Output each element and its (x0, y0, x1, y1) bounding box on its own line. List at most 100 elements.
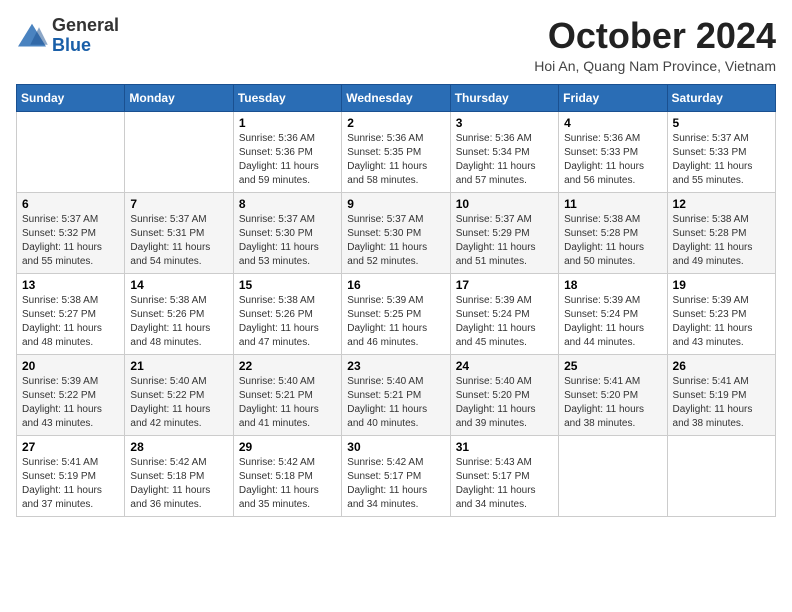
weekday-header: Saturday (667, 84, 775, 111)
calendar-day-cell: 20 Sunrise: 5:39 AMSunset: 5:22 PMDayligh… (17, 354, 125, 435)
calendar-day-cell: 11 Sunrise: 5:38 AMSunset: 5:28 PMDayligh… (559, 192, 667, 273)
day-number: 15 (239, 278, 336, 292)
day-number: 28 (130, 440, 227, 454)
calendar-week-row: 27 Sunrise: 5:41 AMSunset: 5:19 PMDayligh… (17, 435, 776, 516)
day-number: 8 (239, 197, 336, 211)
weekday-header: Monday (125, 84, 233, 111)
calendar-header-row: SundayMondayTuesdayWednesdayThursdayFrid… (17, 84, 776, 111)
day-number: 22 (239, 359, 336, 373)
weekday-header: Tuesday (233, 84, 341, 111)
day-number: 11 (564, 197, 661, 211)
day-info: Sunrise: 5:40 AMSunset: 5:21 PMDaylight:… (347, 375, 444, 431)
calendar-day-cell: 25 Sunrise: 5:41 AMSunset: 5:20 PMDayligh… (559, 354, 667, 435)
calendar-day-cell: 3 Sunrise: 5:36 AMSunset: 5:34 PMDaylight… (450, 111, 558, 192)
calendar-day-cell: 7Sunrise: 5:37 AMSunset: 5:31 PMDaylight… (125, 192, 233, 273)
calendar-day-cell: 23 Sunrise: 5:40 AMSunset: 5:21 PMDayligh… (342, 354, 450, 435)
day-number: 30 (347, 440, 444, 454)
calendar-day-cell: 14 Sunrise: 5:38 AMSunset: 5:26 PMDayligh… (125, 273, 233, 354)
day-number: 24 (456, 359, 553, 373)
day-number: 19 (673, 278, 770, 292)
day-info: Sunrise: 5:37 AMSunset: 5:32 PMDaylight:… (22, 213, 119, 269)
day-number: 13 (22, 278, 119, 292)
day-info: Sunrise: 5:38 AMSunset: 5:26 PMDaylight:… (239, 294, 336, 350)
calendar-day-cell: 19 Sunrise: 5:39 AMSunset: 5:23 PMDayligh… (667, 273, 775, 354)
day-number: 16 (347, 278, 444, 292)
day-info: Sunrise: 5:37 AMSunset: 5:29 PMDaylight:… (456, 213, 553, 269)
logo-icon (16, 22, 48, 50)
weekday-header: Thursday (450, 84, 558, 111)
weekday-header: Friday (559, 84, 667, 111)
day-info: Sunrise: 5:41 AMSunset: 5:20 PMDaylight:… (564, 375, 661, 431)
day-info: Sunrise: 5:40 AMSunset: 5:21 PMDaylight:… (239, 375, 336, 431)
day-number: 21 (130, 359, 227, 373)
weekday-header: Sunday (17, 84, 125, 111)
day-number: 4 (564, 116, 661, 130)
calendar-week-row: 6 Sunrise: 5:37 AMSunset: 5:32 PMDaylight… (17, 192, 776, 273)
calendar-week-row: 1Sunrise: 5:36 AMSunset: 5:36 PMDaylight… (17, 111, 776, 192)
calendar-day-cell: 22 Sunrise: 5:40 AMSunset: 5:21 PMDayligh… (233, 354, 341, 435)
calendar-day-cell: 12 Sunrise: 5:38 AMSunset: 5:28 PMDayligh… (667, 192, 775, 273)
day-number: 29 (239, 440, 336, 454)
day-number: 18 (564, 278, 661, 292)
day-number: 3 (456, 116, 553, 130)
calendar-day-cell (667, 435, 775, 516)
day-info: Sunrise: 5:38 AMSunset: 5:28 PMDaylight:… (673, 213, 770, 269)
calendar-day-cell: 28 Sunrise: 5:42 AMSunset: 5:18 PMDayligh… (125, 435, 233, 516)
calendar-day-cell: 5 Sunrise: 5:37 AMSunset: 5:33 PMDaylight… (667, 111, 775, 192)
day-info: Sunrise: 5:36 AMSunset: 5:33 PMDaylight:… (564, 132, 661, 188)
calendar-day-cell: 10 Sunrise: 5:37 AMSunset: 5:29 PMDayligh… (450, 192, 558, 273)
day-number: 12 (673, 197, 770, 211)
day-info: Sunrise: 5:42 AMSunset: 5:17 PMDaylight:… (347, 456, 444, 512)
day-info: Sunrise: 5:43 AMSunset: 5:17 PMDaylight:… (456, 456, 553, 512)
calendar-day-cell (559, 435, 667, 516)
day-number: 6 (22, 197, 119, 211)
day-info: Sunrise: 5:36 AMSunset: 5:35 PMDaylight:… (347, 132, 444, 188)
day-number: 1 (239, 116, 336, 130)
calendar-day-cell: 26 Sunrise: 5:41 AMSunset: 5:19 PMDayligh… (667, 354, 775, 435)
day-number: 14 (130, 278, 227, 292)
logo-blue: Blue (52, 36, 119, 56)
day-info: Sunrise: 5:38 AMSunset: 5:26 PMDaylight:… (130, 294, 227, 350)
calendar-week-row: 20 Sunrise: 5:39 AMSunset: 5:22 PMDayligh… (17, 354, 776, 435)
day-number: 25 (564, 359, 661, 373)
title-block: October 2024 Hoi An, Quang Nam Province,… (534, 16, 776, 74)
day-number: 10 (456, 197, 553, 211)
location-subtitle: Hoi An, Quang Nam Province, Vietnam (534, 58, 776, 74)
calendar-day-cell: 8Sunrise: 5:37 AMSunset: 5:30 PMDaylight… (233, 192, 341, 273)
day-info: Sunrise: 5:38 AMSunset: 5:28 PMDaylight:… (564, 213, 661, 269)
calendar-day-cell: 24 Sunrise: 5:40 AMSunset: 5:20 PMDayligh… (450, 354, 558, 435)
day-number: 31 (456, 440, 553, 454)
calendar-day-cell: 2Sunrise: 5:36 AMSunset: 5:35 PMDaylight… (342, 111, 450, 192)
logo-text: General Blue (52, 16, 119, 56)
day-info: Sunrise: 5:39 AMSunset: 5:24 PMDaylight:… (456, 294, 553, 350)
calendar-day-cell: 1Sunrise: 5:36 AMSunset: 5:36 PMDaylight… (233, 111, 341, 192)
day-info: Sunrise: 5:39 AMSunset: 5:23 PMDaylight:… (673, 294, 770, 350)
day-info: Sunrise: 5:42 AMSunset: 5:18 PMDaylight:… (130, 456, 227, 512)
calendar-day-cell: 6 Sunrise: 5:37 AMSunset: 5:32 PMDaylight… (17, 192, 125, 273)
calendar-table: SundayMondayTuesdayWednesdayThursdayFrid… (16, 84, 776, 517)
day-number: 27 (22, 440, 119, 454)
calendar-day-cell: 4 Sunrise: 5:36 AMSunset: 5:33 PMDaylight… (559, 111, 667, 192)
day-number: 5 (673, 116, 770, 130)
calendar-day-cell: 15 Sunrise: 5:38 AMSunset: 5:26 PMDayligh… (233, 273, 341, 354)
day-info: Sunrise: 5:39 AMSunset: 5:22 PMDaylight:… (22, 375, 119, 431)
day-number: 20 (22, 359, 119, 373)
day-number: 9 (347, 197, 444, 211)
calendar-day-cell: 17Sunrise: 5:39 AMSunset: 5:24 PMDayligh… (450, 273, 558, 354)
calendar-day-cell: 21Sunrise: 5:40 AMSunset: 5:22 PMDayligh… (125, 354, 233, 435)
day-info: Sunrise: 5:41 AMSunset: 5:19 PMDaylight:… (673, 375, 770, 431)
logo: General Blue (16, 16, 119, 56)
day-number: 23 (347, 359, 444, 373)
day-info: Sunrise: 5:38 AMSunset: 5:27 PMDaylight:… (22, 294, 119, 350)
weekday-header: Wednesday (342, 84, 450, 111)
day-info: Sunrise: 5:37 AMSunset: 5:33 PMDaylight:… (673, 132, 770, 188)
day-number: 7 (130, 197, 227, 211)
day-info: Sunrise: 5:40 AMSunset: 5:20 PMDaylight:… (456, 375, 553, 431)
calendar-day-cell: 27 Sunrise: 5:41 AMSunset: 5:19 PMDayligh… (17, 435, 125, 516)
day-info: Sunrise: 5:36 AMSunset: 5:34 PMDaylight:… (456, 132, 553, 188)
day-info: Sunrise: 5:41 AMSunset: 5:19 PMDaylight:… (22, 456, 119, 512)
page-header: General Blue October 2024 Hoi An, Quang … (16, 16, 776, 74)
calendar-day-cell: 18Sunrise: 5:39 AMSunset: 5:24 PMDayligh… (559, 273, 667, 354)
day-number: 26 (673, 359, 770, 373)
day-info: Sunrise: 5:39 AMSunset: 5:25 PMDaylight:… (347, 294, 444, 350)
